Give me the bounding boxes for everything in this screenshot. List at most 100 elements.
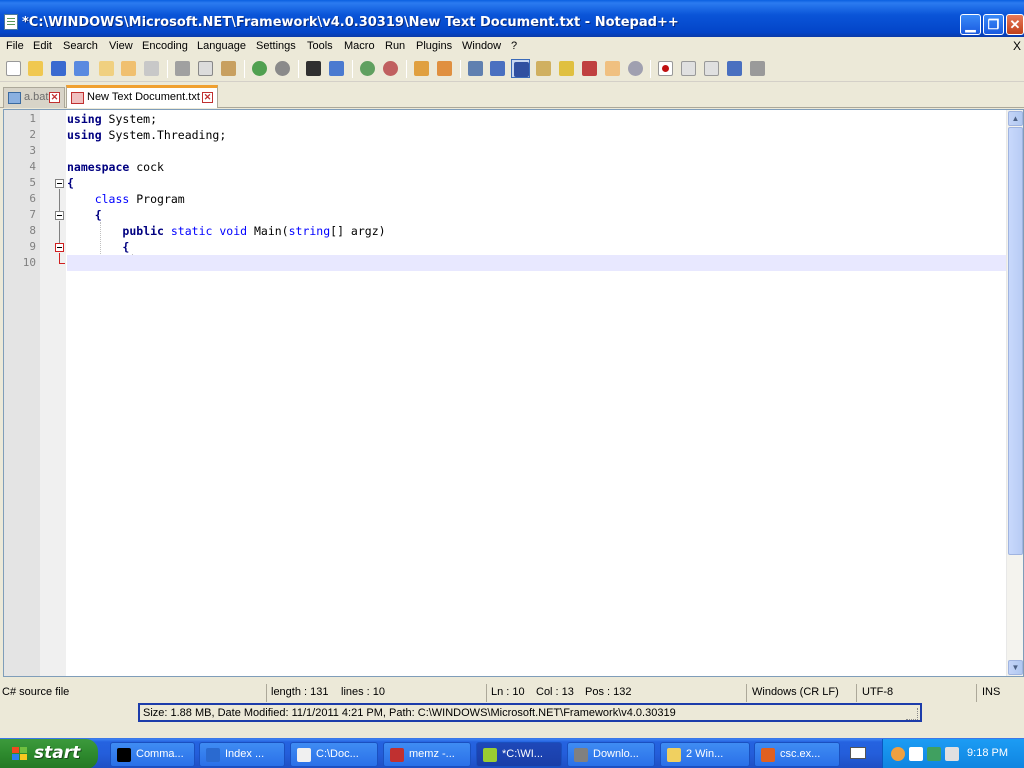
indent-guide-button[interactable] (511, 59, 530, 78)
tab-a-bat[interactable]: a.bat ✕ (3, 87, 65, 108)
menu-macro[interactable]: Macro (344, 40, 375, 52)
tab-new-text-document[interactable]: New Text Document.txt ✕ (66, 85, 218, 108)
scroll-thumb[interactable] (1008, 127, 1023, 555)
system-tray: 9:18 PM (882, 739, 1024, 768)
menu-language[interactable]: Language (197, 40, 246, 52)
taskbar-button[interactable]: Index ... (199, 742, 285, 767)
play-macro-button[interactable] (702, 59, 721, 78)
clock[interactable]: 9:18 PM (967, 747, 1008, 759)
show-all-characters-button[interactable] (488, 59, 507, 78)
find-button[interactable] (304, 59, 323, 78)
code-line[interactable]: class Program (67, 191, 1006, 207)
network-tray-icon[interactable] (927, 747, 941, 761)
undo-button[interactable] (250, 59, 269, 78)
maximize-button[interactable]: ❐ (983, 14, 1004, 35)
hfs-tray-icon[interactable] (909, 747, 923, 761)
taskbar-button[interactable]: 2 Win... (660, 742, 750, 767)
record-macro-button[interactable] (656, 59, 675, 78)
menu-file[interactable]: File (6, 40, 24, 52)
start-button[interactable]: start (0, 739, 98, 768)
zoom-out-button[interactable] (381, 59, 400, 78)
taskbar-button[interactable]: C:\Doc... (290, 742, 378, 767)
status-insert-mode[interactable]: INS (982, 686, 1000, 698)
code-line[interactable]: using System.Threading; (67, 127, 1006, 143)
taskbar-button[interactable]: *C:\WI... (476, 742, 562, 767)
close-all-button[interactable] (119, 59, 138, 78)
task-app-icon (206, 748, 220, 762)
save-macro-button[interactable] (748, 59, 767, 78)
menu-help[interactable]: ? (511, 40, 517, 52)
function-list-button[interactable] (580, 59, 599, 78)
menu-run[interactable]: Run (385, 40, 405, 52)
redo-button[interactable] (273, 59, 292, 78)
vertical-scrollbar[interactable]: ▲ ▼ (1006, 110, 1023, 676)
stop-macro-button[interactable] (679, 59, 698, 78)
document-map-button[interactable] (557, 59, 576, 78)
code-line[interactable]: public static void Main(string[] argz) (67, 223, 1006, 239)
code-line[interactable]: using System; (67, 111, 1006, 127)
run-macro-multiple-button[interactable] (725, 59, 744, 78)
scroll-up-button[interactable]: ▲ (1008, 111, 1023, 126)
fold-line (59, 263, 65, 264)
menu-encoding[interactable]: Encoding (142, 40, 188, 52)
fold-toggle-icon[interactable] (55, 243, 64, 252)
notepad-plus-plus-icon[interactable] (4, 14, 18, 30)
close-tab-icon[interactable]: ✕ (202, 92, 213, 103)
code-line[interactable]: namespace cock (67, 159, 1006, 175)
taskbar-button[interactable]: memz -... (383, 742, 471, 767)
taskbar-button[interactable]: Comma... (110, 742, 195, 767)
code-line[interactable]: { (67, 175, 1006, 191)
scroll-down-button[interactable]: ▼ (1008, 660, 1023, 675)
menu-settings[interactable]: Settings (256, 40, 296, 52)
menu-search[interactable]: Search (63, 40, 98, 52)
menu-plugins[interactable]: Plugins (416, 40, 452, 52)
close-button-tool[interactable] (97, 59, 116, 78)
menu-view[interactable]: View (109, 40, 133, 52)
code-line[interactable]: { (67, 239, 1006, 255)
indent-guide-icon (514, 62, 529, 77)
monitoring-button[interactable] (626, 59, 645, 78)
user-defined-language-button[interactable] (534, 59, 553, 78)
paste-button[interactable] (219, 59, 238, 78)
keyboard-icon[interactable] (850, 747, 866, 759)
tooltip-text: Size: 1.88 MB, Date Modified: 11/1/2011 … (143, 707, 676, 719)
word-wrap-button[interactable] (466, 59, 485, 78)
save-button[interactable] (49, 59, 68, 78)
search-tray-icon[interactable] (891, 747, 905, 761)
close-document-button[interactable]: X (1013, 39, 1021, 53)
fold-toggle-icon[interactable] (55, 179, 64, 188)
status-encoding[interactable]: UTF-8 (862, 686, 893, 698)
print-button[interactable] (142, 59, 161, 78)
menu-edit[interactable]: Edit (33, 40, 52, 52)
minimize-button[interactable]: ▁ (960, 14, 981, 35)
new-file-button[interactable] (4, 59, 23, 78)
fold-margin[interactable] (40, 110, 66, 676)
sync-horizontal-button[interactable] (435, 59, 454, 78)
close-button[interactable]: ✕ (1006, 14, 1024, 35)
sync-vertical-button[interactable] (412, 59, 431, 78)
menu-tools[interactable]: Tools (307, 40, 333, 52)
replace-button[interactable] (327, 59, 346, 78)
code-line[interactable] (67, 255, 1006, 271)
copy-button[interactable] (196, 59, 215, 78)
save-all-button[interactable] (72, 59, 91, 78)
code-token: cock (129, 160, 164, 174)
cut-button[interactable] (173, 59, 192, 78)
folder-as-workspace-button[interactable] (603, 59, 622, 78)
open-file-button[interactable] (26, 59, 45, 78)
status-eol-format[interactable]: Windows (CR LF) (752, 686, 839, 698)
volume-tray-icon[interactable] (945, 747, 959, 761)
menu-window[interactable]: Window (462, 40, 501, 52)
code-area[interactable]: using System; using System.Threading; name… (67, 110, 1006, 676)
taskbar-button[interactable]: Downlo... (567, 742, 655, 767)
fold-toggle-icon[interactable] (55, 211, 64, 220)
line-number: 8 (29, 224, 36, 237)
editor[interactable]: 1 2 3 4 5 6 7 8 9 10 using System; using System.Th… (3, 109, 1024, 677)
title-bar[interactable]: *C:\WINDOWS\Microsoft.NET\Framework\v4.0… (0, 0, 1024, 37)
close-icon: ✕ (1009, 17, 1021, 32)
close-tab-icon[interactable]: ✕ (49, 92, 60, 103)
zoom-in-button[interactable] (358, 59, 377, 78)
code-line[interactable]: { (67, 207, 1006, 223)
taskbar-button[interactable]: csc.ex... (754, 742, 840, 767)
code-line[interactable] (67, 143, 1006, 159)
